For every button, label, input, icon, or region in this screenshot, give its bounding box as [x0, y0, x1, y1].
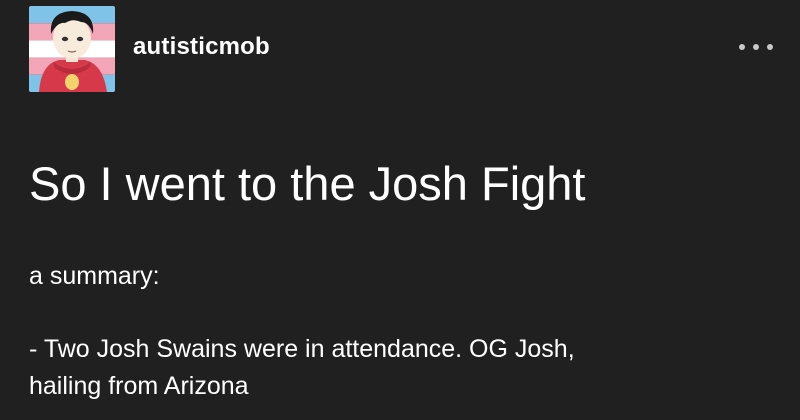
more-options-icon[interactable] [739, 38, 773, 56]
avatar[interactable] [29, 6, 115, 92]
post-body: - Two Josh Swains were in attendance. OG… [29, 331, 769, 405]
body-line: hailing from Arizona [29, 372, 249, 400]
post-title: So I went to the Josh Fight [29, 157, 586, 210]
summary-label: a summary: [29, 262, 160, 290]
body-line: - Two Josh Swains were in attendance. OG… [29, 335, 575, 363]
post-card: autisticmob So I went to the Josh Fight … [0, 0, 800, 420]
more-dot [767, 44, 773, 50]
more-dot [753, 44, 759, 50]
avatar-icon [29, 6, 115, 92]
username[interactable]: autisticmob [133, 33, 270, 61]
more-dot [739, 44, 745, 50]
